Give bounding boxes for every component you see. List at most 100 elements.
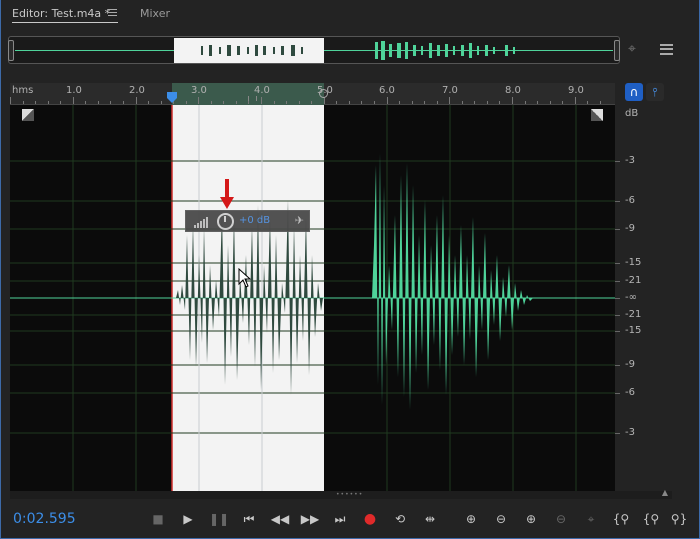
ruler-tick	[22, 101, 24, 104]
ruler-tick	[549, 101, 551, 104]
ruler-tick	[411, 101, 413, 104]
db-tick	[615, 281, 620, 282]
db-tick	[615, 229, 620, 230]
zoom-selection-icon[interactable]: {⚲	[610, 509, 632, 529]
selection-end-handle[interactable]	[319, 89, 328, 98]
horizontal-scrollbar[interactable]: •••••• ▲	[10, 488, 672, 499]
playhead-marker-icon[interactable]	[166, 91, 178, 103]
ruler-tick	[512, 97, 513, 104]
ruler-label: 4.0	[254, 85, 270, 96]
pin-icon[interactable]: ✈	[295, 214, 304, 227]
time-ruler[interactable]: hms 1.0 2.0 3.0 4.0 5.0 6.0 7.0 8.0 9.0	[10, 83, 615, 105]
db-tick	[615, 433, 620, 434]
selection-grip-icon[interactable]	[248, 96, 257, 101]
zoom-out-full-icon[interactable]: ⌖	[580, 509, 602, 529]
ruler-tick	[160, 101, 162, 104]
fast-forward-icon[interactable]: ▶▶	[299, 509, 321, 529]
zoom-out-amplitude-icon[interactable]: ⊖	[490, 509, 512, 529]
db-tick	[615, 315, 620, 316]
ruler-tick	[499, 101, 501, 104]
overview-waveform	[201, 41, 515, 60]
volume-value[interactable]: +0 dB	[239, 215, 270, 226]
ruler-tick	[311, 101, 313, 104]
ruler-tick	[135, 97, 137, 104]
ruler-label: 6.0	[379, 85, 395, 96]
ruler-label: 8.0	[505, 85, 521, 96]
ruler-tick	[461, 101, 463, 104]
transport-bar: 0:02.595 ■ ▶ ❚❚ ⏮ ◀◀ ▶▶ ⏭ ● ⟲ ⇹ ⊕ ⊖ ⊕ ⊖ …	[0, 501, 700, 539]
waveform-overview[interactable]	[8, 36, 620, 64]
overview-left-handle[interactable]	[8, 40, 14, 61]
db-unit: dB	[625, 108, 639, 119]
zoom-in-time-icon[interactable]: ⊕	[520, 509, 542, 529]
ruler-tick	[323, 97, 325, 104]
ruler-tick	[524, 101, 526, 104]
ruler-tick	[436, 101, 438, 104]
skip-selection-icon[interactable]: ⇹	[419, 509, 441, 529]
zoom-out-time-icon[interactable]: ⊖	[550, 509, 572, 529]
skip-to-start-icon[interactable]: ⏮	[238, 509, 260, 529]
ruler-tick	[348, 101, 350, 104]
stop-icon[interactable]: ■	[147, 509, 169, 529]
db-label: -15	[625, 325, 642, 336]
list-icon[interactable]	[660, 44, 673, 55]
ruler-tick	[298, 101, 300, 104]
tab-editor-underline	[12, 22, 118, 23]
db-label: -6	[625, 195, 635, 206]
db-label: -3	[625, 427, 635, 438]
panel-tabs: Editor: Test.m4a * Mixer	[0, 0, 700, 28]
ruler-tick	[198, 97, 200, 104]
zoom-in-point-icon[interactable]: {⚲	[640, 509, 662, 529]
ruler-tick	[587, 101, 589, 104]
tab-mixer[interactable]: Mixer	[140, 7, 170, 20]
overview-right-handle[interactable]	[614, 40, 620, 61]
ruler-tick	[85, 101, 87, 104]
play-icon[interactable]: ▶	[177, 509, 199, 529]
ruler-label: 2.0	[129, 85, 145, 96]
db-tick	[615, 263, 620, 264]
waveform-display[interactable]	[10, 105, 615, 491]
ruler-label: 1.0	[66, 85, 82, 96]
ruler-tick	[474, 101, 476, 104]
ruler-tick	[399, 101, 401, 104]
current-time[interactable]: 0:02.595	[13, 511, 76, 527]
ruler-tick	[60, 101, 62, 104]
db-tick	[615, 365, 620, 366]
waveform-canvas	[10, 105, 615, 491]
ruler-tick	[122, 101, 124, 104]
channel-toggle-right-icon[interactable]	[591, 109, 603, 121]
magnet-icon[interactable]: ∩	[625, 83, 643, 101]
pin-icon[interactable]: ⫯	[646, 83, 664, 101]
red-arrow-icon	[220, 179, 234, 209]
ruler-tick	[148, 101, 150, 104]
ruler-tick	[110, 101, 112, 104]
hamburger-icon[interactable]	[108, 9, 117, 16]
db-label: -∞	[625, 292, 637, 303]
ruler-tick	[97, 101, 99, 104]
zoom-target-icon[interactable]: ⌖	[628, 41, 636, 57]
db-label: -3	[625, 155, 635, 166]
record-icon[interactable]: ●	[359, 509, 381, 529]
ruler-tick	[273, 101, 275, 104]
scroll-up-icon[interactable]: ▲	[662, 488, 668, 497]
db-scale: dB -3 -6 -9 -15 -21 -∞ -21 -15 -9 -6 -3	[615, 105, 672, 491]
db-tick	[615, 161, 620, 162]
volume-knob-icon[interactable]	[217, 213, 234, 230]
rewind-icon[interactable]: ◀◀	[269, 509, 291, 529]
pause-icon[interactable]: ❚❚	[208, 509, 230, 529]
ruler-tick	[185, 101, 187, 104]
channel-toggle-left-icon[interactable]	[22, 109, 34, 121]
db-label: -6	[625, 387, 635, 398]
scrollbar-grip-icon[interactable]: ••••••	[336, 492, 362, 498]
loop-icon[interactable]: ⟲	[389, 509, 411, 529]
ruler-tick	[47, 101, 49, 104]
ruler-tick	[386, 97, 388, 104]
tab-editor[interactable]: Editor: Test.m4a *	[12, 7, 110, 20]
skip-to-end-icon[interactable]: ⏭	[329, 509, 351, 529]
zoom-out-point-icon[interactable]: ⚲}	[668, 509, 690, 529]
ruler-tick	[235, 101, 237, 104]
volume-hud[interactable]: +0 dB ✈	[185, 210, 310, 232]
db-label: -9	[625, 223, 635, 234]
zoom-in-amplitude-icon[interactable]: ⊕	[460, 509, 482, 529]
ruler-tick	[424, 101, 426, 104]
